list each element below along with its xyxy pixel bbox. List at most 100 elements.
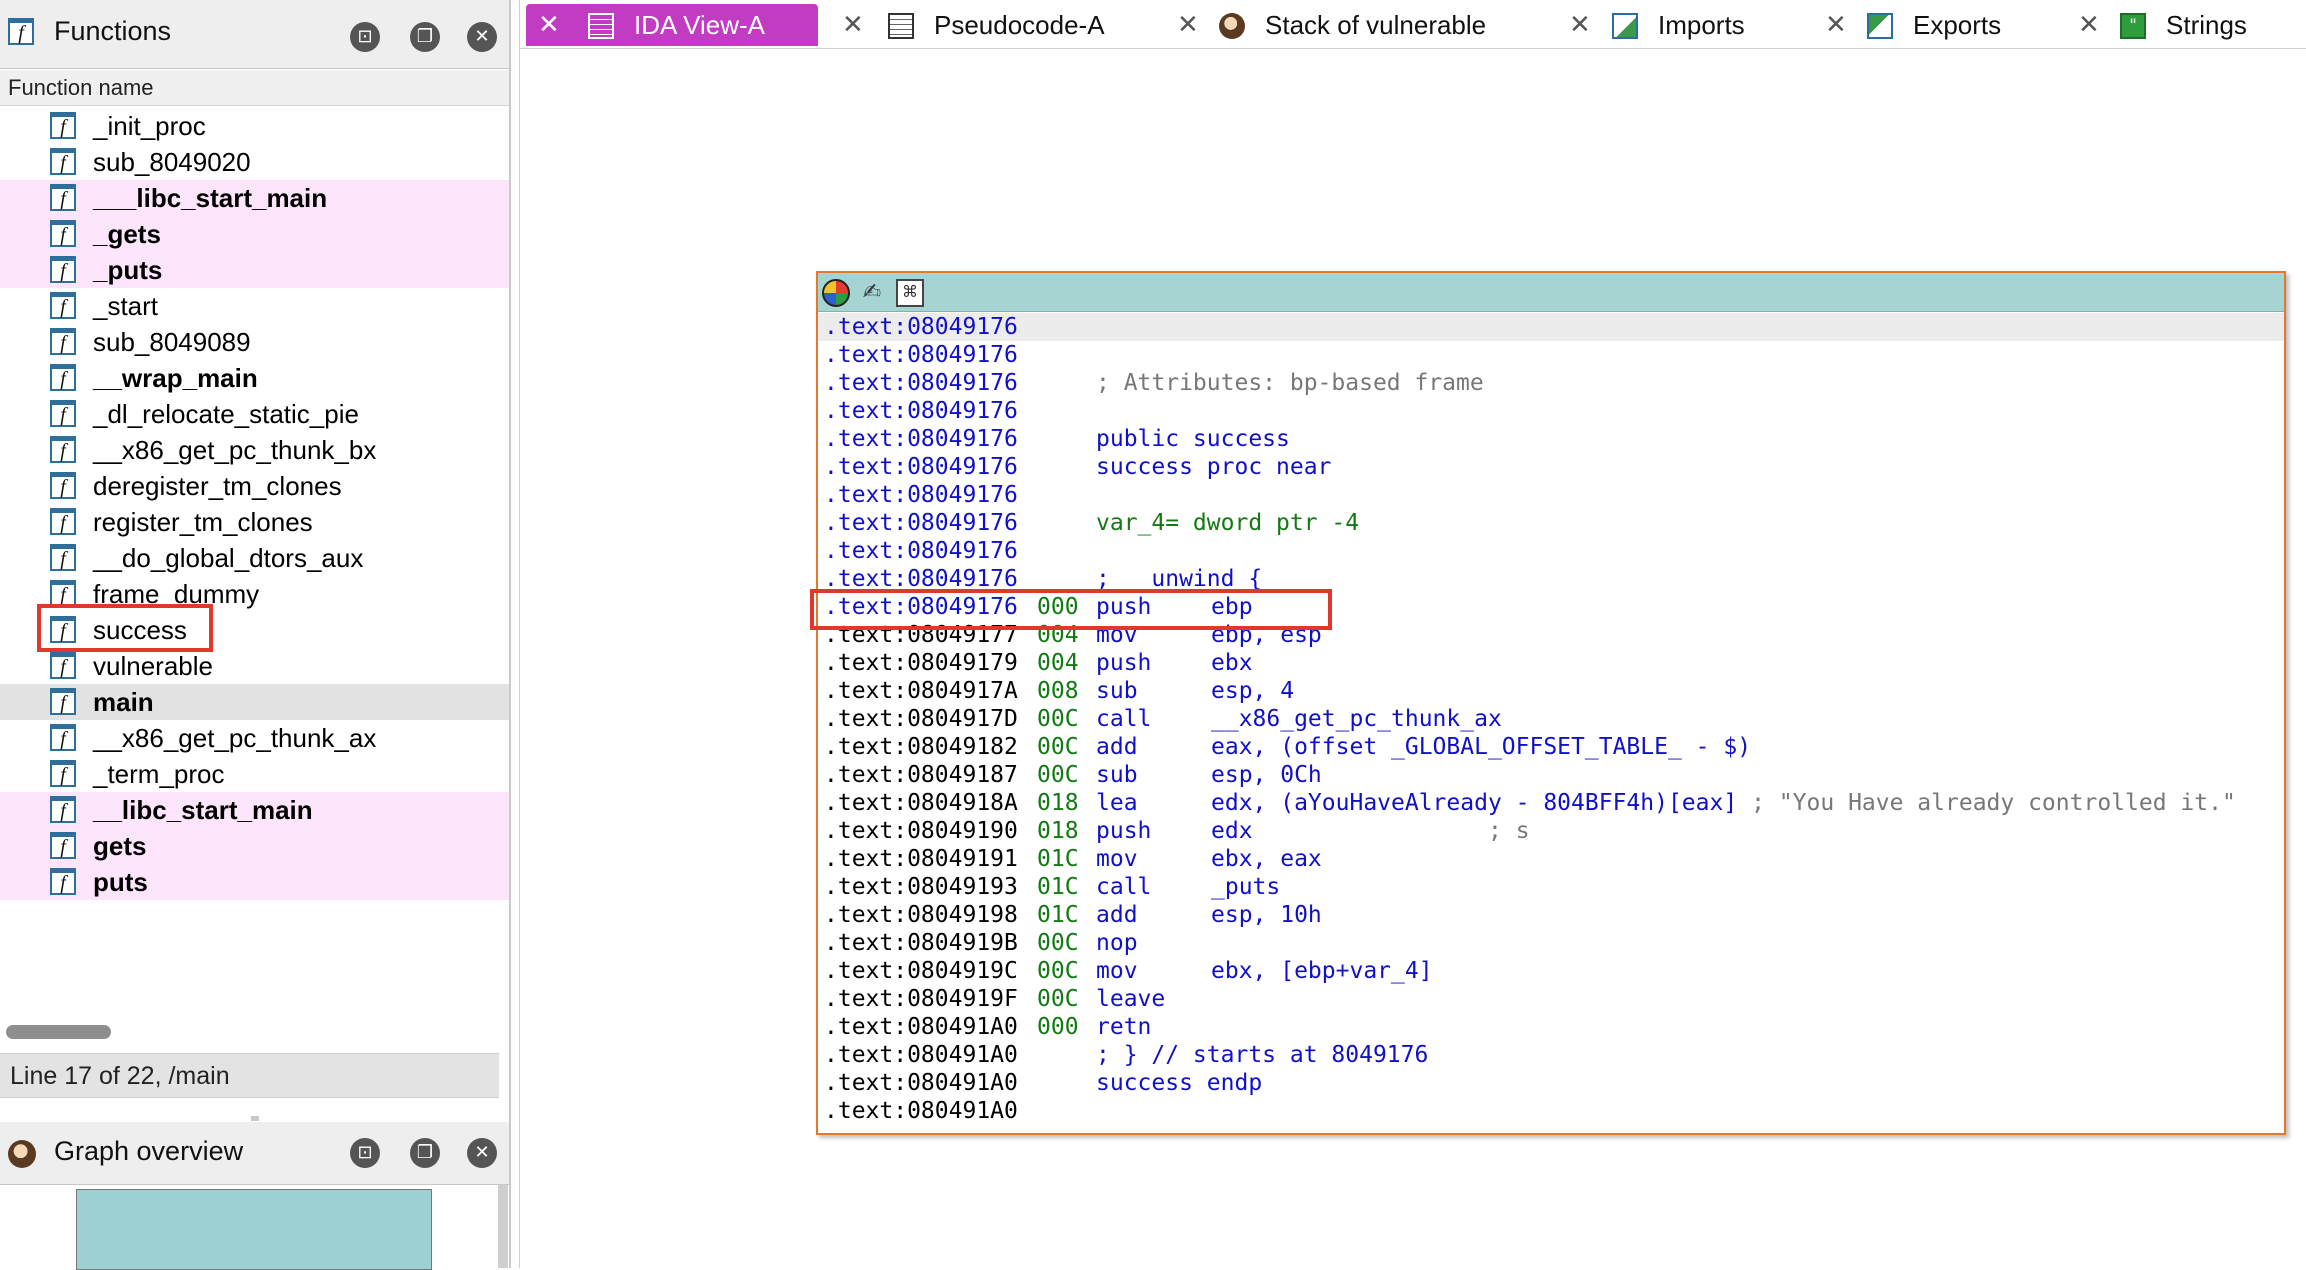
stack-pointer-value: 00C (1037, 958, 1079, 984)
tab-strings[interactable]: ✕ " Strings (2066, 4, 2296, 46)
function-icon: f (50, 796, 76, 823)
function-icon: f (50, 292, 76, 319)
code-line[interactable]: .text:08049176 public success (818, 425, 2284, 453)
code-line[interactable]: .text:08049198 01C add esp, 10h (818, 901, 2284, 929)
graph-close-button[interactable]: ✕ (467, 1138, 497, 1168)
graph-float-button[interactable]: ⊡ (350, 1138, 380, 1168)
code-line[interactable]: .text:08049176 (818, 397, 2284, 425)
function-name: _term_proc (93, 759, 225, 789)
graph-overview-area[interactable] (0, 1185, 509, 1270)
graph-overview-title: Graph overview (54, 1136, 244, 1166)
function-row[interactable]: f __libc_start_main (0, 792, 509, 828)
function-row[interactable]: f ___libc_start_main (0, 180, 509, 216)
function-row[interactable]: f main (0, 684, 509, 720)
tab-label: Strings (2166, 10, 2247, 40)
function-row[interactable]: f __x86_get_pc_thunk_bx (0, 432, 509, 468)
functions-panel-header: f Functions ⊡ ❐ ✕ (0, 0, 509, 69)
code-line[interactable]: .text:08049191 01C mov ebx, eax (818, 845, 2284, 873)
stack-pointer-value: 00C (1037, 762, 1079, 788)
function-icon: f (50, 544, 76, 571)
code-line[interactable]: .text:08049176 (818, 537, 2284, 565)
tab-label: Imports (1658, 10, 1745, 40)
disassembly-listing[interactable]: .text:08049176 .text:08049176 .text:080491… (818, 313, 2284, 1125)
code-line[interactable]: .text:0804919C 00C mov ebx, [ebp+var_4] (818, 957, 2284, 985)
code-line[interactable]: .text:08049176 (818, 341, 2284, 369)
tab-ida-view-a[interactable]: ✕ IDA View-A (526, 4, 818, 46)
code-line[interactable]: .text:080491A0 000 retn (818, 1013, 2284, 1041)
code-line[interactable]: .text:08049176 (818, 313, 2284, 341)
node-color-icon[interactable] (822, 279, 850, 307)
function-name-column-header[interactable]: Function name (0, 70, 509, 106)
horizontal-scrollbar[interactable] (6, 1025, 111, 1039)
code-comment: ; "You Have already controlled it." (1751, 790, 2236, 816)
instruction-mnemonic: add (1096, 734, 1138, 760)
float-panel-button[interactable]: ⊡ (350, 22, 380, 52)
function-row[interactable]: f __do_global_dtors_aux (0, 540, 509, 576)
success-highlight-box (37, 604, 213, 652)
function-row[interactable]: f __x86_get_pc_thunk_ax (0, 720, 509, 756)
tab-pseudocode-a[interactable]: ✕ Pseudocode-A (830, 4, 1160, 46)
close-tab-icon[interactable]: ✕ (1569, 4, 1591, 46)
code-line[interactable]: .text:08049193 01C call _puts (818, 873, 2284, 901)
disassembly-graph-node[interactable]: ✍ ⌘ .text:08049176 .text:08049176 .text:08… (816, 271, 2286, 1135)
function-row[interactable]: f _dl_relocate_static_pie (0, 396, 509, 432)
restore-panel-button[interactable]: ❐ (410, 22, 440, 52)
code-line[interactable]: .text:080491A0 (818, 1097, 2284, 1125)
close-tab-icon[interactable]: ✕ (1825, 4, 1847, 46)
function-row[interactable]: f register_tm_clones (0, 504, 509, 540)
code-line[interactable]: .text:080491A0 ; } // starts at 8049176 (818, 1041, 2284, 1069)
code-line[interactable]: .text:08049176 var_4= dword ptr -4 (818, 509, 2284, 537)
instruction-mnemonic: mov (1096, 958, 1138, 984)
code-line[interactable]: .text:08049176 ; Attributes: bp-based fra… (818, 369, 2284, 397)
function-icon: f (50, 184, 76, 211)
code-line[interactable]: .text:0804919F 00C leave (818, 985, 2284, 1013)
code-line[interactable]: .text:0804919B 00C nop (818, 929, 2284, 957)
function-row[interactable]: f sub_8049020 (0, 144, 509, 180)
code-line[interactable]: .text:080491A0 success endp (818, 1069, 2284, 1097)
code-address: .text:08049198 (824, 902, 1018, 928)
panel-splitter-handle[interactable] (251, 1116, 259, 1121)
code-line[interactable]: .text:08049190 018 push edx ; s (818, 817, 2284, 845)
code-line[interactable]: .text:08049176 success proc near (818, 453, 2284, 481)
function-row[interactable]: f vulnerable (0, 648, 509, 684)
avatar-icon (1219, 13, 1245, 39)
function-row[interactable]: f __wrap_main (0, 360, 509, 396)
function-row[interactable]: f puts (0, 864, 509, 900)
close-tab-icon[interactable]: ✕ (1177, 4, 1199, 46)
code-line[interactable]: .text:08049179 004 push ebx (818, 649, 2284, 677)
tab-stack-of-vulnerable[interactable]: ✕ Stack of vulnerable (1165, 4, 1590, 46)
graph-overview-scrollbar[interactable] (498, 1185, 508, 1268)
rename-edit-icon[interactable]: ✍ (858, 279, 886, 307)
code-line[interactable]: .text:0804918A 018 lea edx, (aYouHaveAlread… (818, 789, 2284, 817)
close-panel-button[interactable]: ✕ (467, 22, 497, 52)
function-icon: f (50, 220, 76, 247)
function-row[interactable]: f _term_proc (0, 756, 509, 792)
graph-overview-icon (8, 1140, 36, 1168)
function-row[interactable]: f deregister_tm_clones (0, 468, 509, 504)
function-name: gets (93, 831, 147, 861)
code-line[interactable]: .text:08049187 00C sub esp, 0Ch (818, 761, 2284, 789)
close-tab-icon[interactable]: ✕ (538, 4, 560, 46)
functions-status-bar: Line 17 of 22, /main (0, 1053, 499, 1098)
instruction-mnemonic: leave (1096, 986, 1166, 1012)
code-line[interactable]: .text:08049176 (818, 481, 2284, 509)
code-line[interactable]: .text:0804917A 008 sub esp, 4 (818, 677, 2284, 705)
tab-exports[interactable]: ✕ Exports (1813, 4, 2043, 46)
function-row[interactable]: f _gets (0, 216, 509, 252)
close-tab-icon[interactable]: ✕ (2078, 4, 2100, 46)
tab-imports[interactable]: ✕ Imports (1557, 4, 1787, 46)
function-row[interactable]: f gets (0, 828, 509, 864)
code-line[interactable]: .text:0804917D 00C call __x86_get_pc_thunk_… (818, 705, 2284, 733)
group-nodes-icon[interactable]: ⌘ (896, 279, 924, 307)
code-line[interactable]: .text:08049182 00C add eax, (offset _GLOBAL… (818, 733, 2284, 761)
graph-overview-node[interactable] (76, 1189, 432, 1270)
function-row[interactable]: f _init_proc (0, 108, 509, 144)
graph-restore-button[interactable]: ❐ (410, 1138, 440, 1168)
function-row[interactable]: f sub_8049089 (0, 324, 509, 360)
function-row[interactable]: f _start (0, 288, 509, 324)
close-tab-icon[interactable]: ✕ (842, 4, 864, 46)
node-toolbar: ✍ ⌘ (818, 273, 2284, 312)
function-name: __libc_start_main (93, 795, 313, 825)
function-row[interactable]: f _puts (0, 252, 509, 288)
function-icon: f (50, 256, 76, 283)
